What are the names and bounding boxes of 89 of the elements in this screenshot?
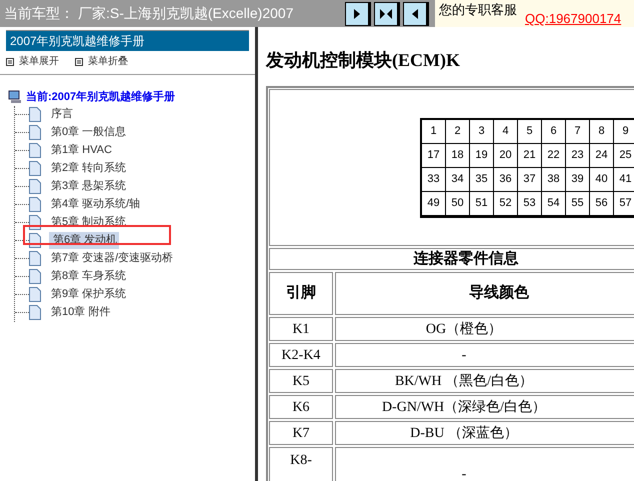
model-value: 厂家:S-上海别克凯越(Excelle)2007 (78, 4, 294, 23)
table-cell: BK/WH （黑色/白色） (335, 369, 634, 393)
pin-cell: 17 (422, 144, 446, 168)
pin-cell: 2 (446, 120, 470, 144)
pin-cell: 40 (590, 168, 614, 192)
pin-cell: 6 (542, 120, 566, 144)
pin-cell: 51 (470, 192, 494, 216)
pin-cell: 8 (590, 120, 614, 144)
pin-cell: 53 (518, 192, 542, 216)
pin-cell: 19 (470, 144, 494, 168)
pin-cell: 20 (494, 144, 518, 168)
tree-item[interactable]: 第10章 附件 (49, 304, 112, 321)
layout-button[interactable] (403, 2, 429, 26)
tree-item[interactable]: 第7章 变速器/变速驱动桥 (49, 250, 176, 267)
menu-toggle[interactable]: 菜单折叠 (75, 54, 128, 69)
menu-icon (75, 58, 83, 66)
tree-item[interactable]: 第9章 保护系统 (49, 286, 128, 303)
pin-cell: 50 (446, 192, 470, 216)
pin-cell: 39 (566, 168, 590, 192)
page-icon (29, 305, 41, 320)
pin-cell: 5 (518, 120, 542, 144)
pin-cell: 41 (614, 168, 634, 192)
pin-cell: 35 (470, 168, 494, 192)
tree-item[interactable]: 第3章 悬架系统 (49, 178, 128, 195)
pin-cell: 33 (422, 168, 446, 192)
menu-toggle[interactable]: 菜单展开 (6, 54, 59, 69)
column-header: 导线颜色 (335, 272, 634, 315)
table-cell: D-BU （深蓝色） (335, 421, 634, 445)
tree-item[interactable]: 第4章 驱动系统/轴 (49, 196, 142, 213)
computer-icon (8, 90, 22, 104)
tree-item[interactable]: 第0章 一般信息 (49, 124, 128, 141)
pin-cell: 18 (446, 144, 470, 168)
pin-cell: 52 (494, 192, 518, 216)
left-arrow-icon (412, 8, 418, 18)
page-icon (29, 251, 41, 266)
table-caption: 连接器零件信息 (269, 248, 634, 270)
pin-cell: 1 (422, 120, 446, 144)
pin-cell: 22 (542, 144, 566, 168)
pin-cell: 49 (422, 192, 446, 216)
qq-link[interactable]: QQ:1967900174 (525, 9, 622, 28)
table-cell: - (335, 343, 634, 367)
pin-cell: 25 (614, 144, 634, 168)
pin-cell: 55 (566, 192, 590, 216)
menu-icon (6, 58, 14, 66)
support-label: 您的专职客服 (439, 1, 517, 19)
page-icon (29, 143, 41, 158)
pin-cell: 9 (614, 120, 634, 144)
table-cell: K1 (269, 317, 333, 341)
page-icon (29, 287, 41, 302)
page-icon (29, 269, 41, 284)
table-cell: K2-K4 (269, 343, 333, 367)
pin-cell: 21 (518, 144, 542, 168)
pin-cell: 24 (590, 144, 614, 168)
table-cell: K8- (269, 447, 333, 481)
split-arrows-icon (380, 8, 392, 18)
page-icon (29, 125, 41, 140)
pin-cell: 23 (566, 144, 590, 168)
right-arrow-icon (354, 8, 360, 18)
pin-cell: 38 (542, 168, 566, 192)
table-cell: - (335, 447, 634, 481)
layout-button[interactable] (345, 2, 371, 26)
column-header: 引脚 (269, 272, 333, 315)
page-icon (29, 179, 41, 194)
pin-cell: 36 (494, 168, 518, 192)
tree-item[interactable]: 第2章 转向系统 (49, 160, 128, 177)
pin-cell: 54 (542, 192, 566, 216)
pin-cell: 56 (590, 192, 614, 216)
tree-item[interactable]: 第1章 HVAC (49, 142, 114, 159)
pin-cell: 3 (470, 120, 494, 144)
layout-button[interactable] (374, 2, 400, 26)
pin-cell: 37 (518, 168, 542, 192)
table-cell: K5 (269, 369, 333, 393)
pin-cell: 57 (614, 192, 634, 216)
table-cell: D-GN/WH（深绿色/白色） (335, 395, 634, 419)
page-icon (29, 107, 41, 122)
table-cell: K6 (269, 395, 333, 419)
page-icon (29, 197, 41, 212)
pin-cell: 4 (494, 120, 518, 144)
tree-item[interactable]: 第8章 车身系统 (49, 268, 128, 285)
sidebar-title: 2007年别克凯越维修手册 (6, 30, 249, 51)
pin-cell: 34 (446, 168, 470, 192)
page-icon (29, 161, 41, 176)
table-cell: K7 (269, 421, 333, 445)
tree-root[interactable]: 当前:2007年别克凯越维修手册 (26, 89, 176, 106)
tree-item[interactable]: 序言 (49, 106, 75, 123)
table-cell: OG（橙色） (335, 317, 634, 341)
model-label: 当前车型： (4, 4, 74, 23)
pin-cell: 7 (566, 120, 590, 144)
page-heading: 发动机控制模块(ECM)K (266, 49, 461, 72)
